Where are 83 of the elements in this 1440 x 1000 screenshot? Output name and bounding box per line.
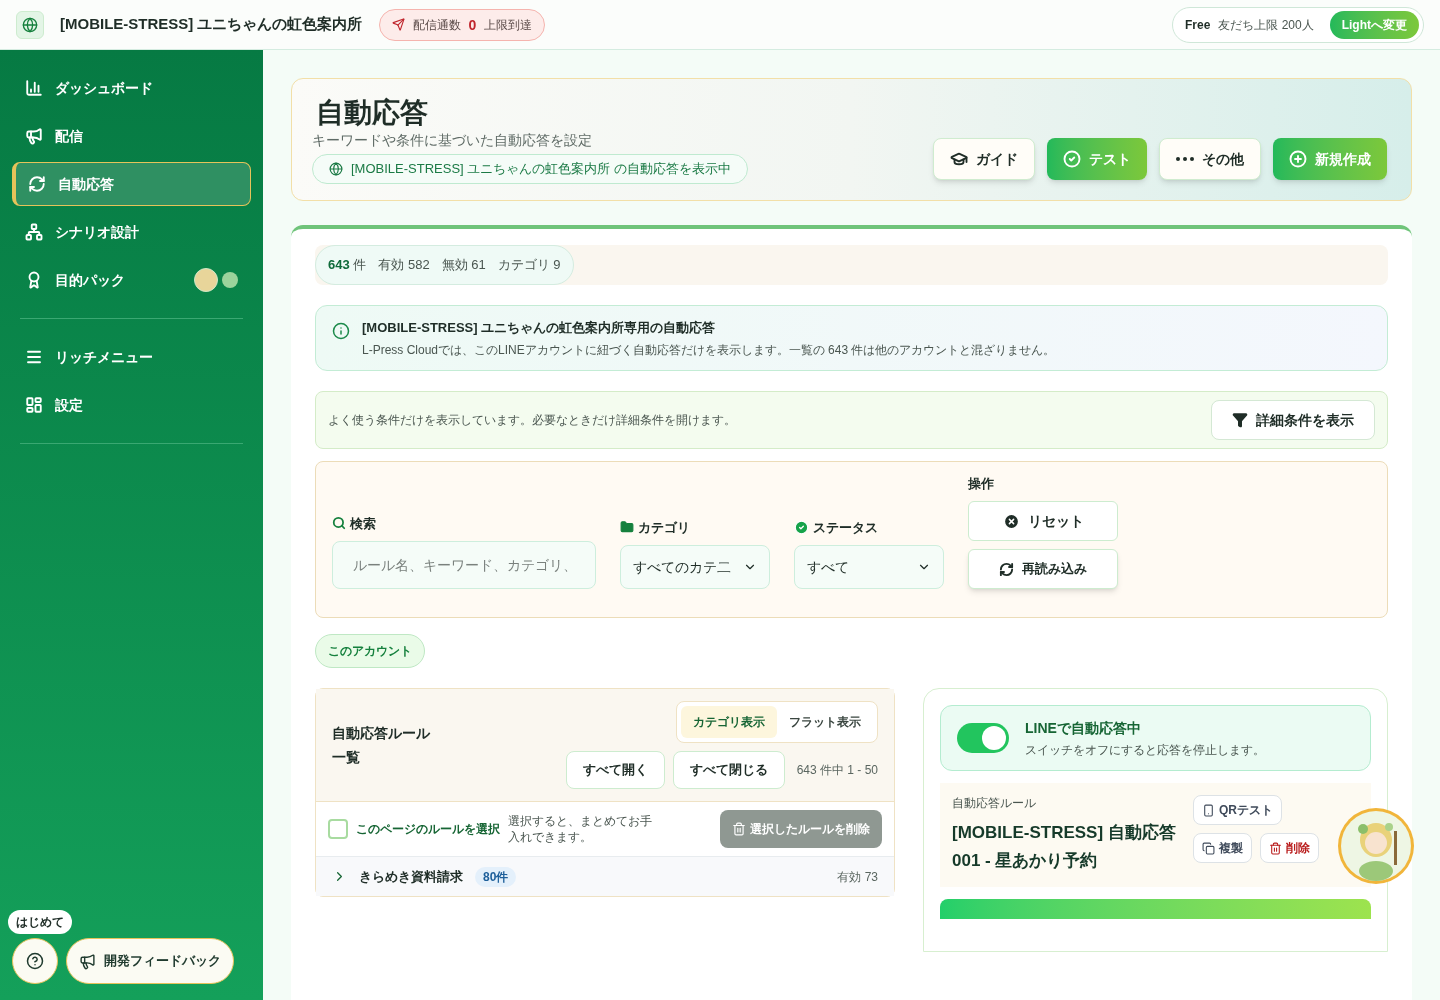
info-icon [332,322,350,340]
rule-label: 自動応答ルール [952,795,1037,811]
toggle-hint: スイッチをオフにすると応答を停止します。 [1025,742,1265,758]
expand-all-button[interactable]: すべて開く [565,751,665,789]
quota-badge: 配信通数 0 上限到達 [378,8,546,41]
category-row[interactable]: きらめき資料請求 80件 有効 73 [316,856,894,896]
close-circle-icon [1002,512,1020,530]
globe-icon [16,10,44,39]
view-tab[interactable]: フラット表示 [777,706,873,738]
auto-reply-switch[interactable] [957,723,1009,753]
range-text: 643 件中 1 - 50 [796,762,878,778]
active-count: 有効 73 [837,868,878,885]
check-circle-icon [1063,150,1081,168]
sidebar-item[interactable]: シナリオ設計 [12,210,251,254]
plan-limit: 友だち上限 200人 [1218,16,1314,33]
sidebar-item[interactable]: リッチメニュー [12,335,251,379]
search-field[interactable]: ルール名、キーワード、カテゴリ、 [332,541,596,589]
status-label: ステータス [794,517,944,537]
trash-icon [732,822,746,836]
filter-icon [1232,411,1248,428]
help-icon [26,952,44,970]
account-name: [MOBILE-STRESS] ユニちゃんの虹色案内所 [60,14,363,35]
plus-circle-icon [1289,150,1307,168]
sidebar-item[interactable]: ダッシュボード [12,66,251,110]
select-hint: 選択すると、まとめてお手入れできます。 [508,813,653,845]
bar-chart-icon [25,79,43,97]
avatar-icon [194,268,218,292]
sitemap-icon [25,223,43,241]
scope-badge: [MOBILE-STRESS] ユニちゃんの虹色案内所 の自動応答を表示中 [312,154,748,184]
rule-name: [MOBILE-STRESS] 自動応答 001 - 星あかり予約 [952,822,1177,872]
stats-pill: 643 件 有効 582 無効 61 カテゴリ 9 [315,245,574,285]
copy-icon [1202,841,1215,855]
advanced-filter-button[interactable]: 詳細条件を表示 [1211,399,1375,440]
trash-icon [1269,841,1282,855]
category-select[interactable]: すべてのカテ二 [620,545,770,589]
sidebar-item[interactable]: 配信 [12,114,251,158]
collapse-all-button[interactable]: すべて閉じる [672,751,785,789]
select-page-label: このページのルールを選択 [356,821,500,837]
view-tab[interactable]: カテゴリ表示 [681,706,777,738]
category-name: きらめき資料請求 [359,867,463,886]
megaphone-icon [79,952,96,970]
globe-icon [329,162,343,176]
toggle-title: LINEで自動応答中 [1025,719,1142,738]
count-badge: 80件 [475,866,517,887]
refresh-icon [28,175,46,193]
settings-icon [25,396,43,414]
check-circle-icon [794,519,809,535]
dots-icon [1176,157,1194,161]
tip-label: はじめて [8,910,72,934]
sidebar-item[interactable]: 目的パック [12,258,251,302]
filter-hint-text: よく使う条件だけを表示しています。必要なときだけ詳細条件を開けます。 [328,411,736,428]
feedback-button[interactable]: 開発フィードバック [66,938,234,984]
megaphone-icon [25,127,43,145]
action-button[interactable]: その他 [1159,138,1261,180]
status-select[interactable]: すべて [794,545,944,589]
qr-test-button[interactable]: QRテスト [1193,795,1282,825]
avatar-icon [222,272,238,288]
search-icon [332,516,346,531]
reset-button[interactable]: リセット [968,501,1118,541]
action-button[interactable]: ガイド [933,138,1035,180]
rules-title: 自動応答ルール一覧 [332,724,431,767]
reload-button[interactable]: 再読み込み [968,549,1118,589]
menu-icon [25,348,43,366]
search-label: 検索 [332,513,596,533]
sidebar-item[interactable]: 自動応答 [12,162,251,206]
notice-text: L-Press Cloudでは、このLINEアカウントに紐づく自動応答だけを表示します。一覧の 643 件は他のアカウントと混ざりません。 [362,341,1056,358]
page-subtitle: キーワードや条件に基づいた自動応答を設定 [312,131,593,150]
page-title: 自動応答 [316,96,429,130]
plan-name: Free [1184,16,1211,33]
help-button[interactable] [12,938,58,984]
select-page-checkbox[interactable] [328,819,348,839]
sidebar-item[interactable]: 設定 [12,383,251,427]
duplicate-button[interactable]: 複製 [1193,833,1252,863]
notice-title: [MOBILE-STRESS] ユニちゃんの虹色案内所専用の自動応答 [362,319,717,337]
operations-label: 操作 [968,474,995,493]
refresh-icon [999,561,1014,577]
category-label: カテゴリ [620,517,770,537]
delete-button[interactable]: 削除 [1260,833,1319,863]
graduation-cap-icon [950,150,968,168]
phone-icon [1202,803,1215,817]
account-filter-chip[interactable]: このアカウント [315,634,425,668]
send-icon [391,18,405,31]
folder-icon [620,520,634,535]
